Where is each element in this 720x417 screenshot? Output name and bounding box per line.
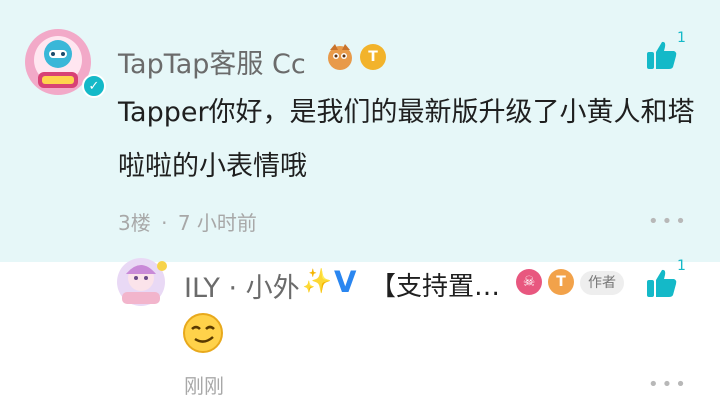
reply-username[interactable]: ILY · 小外 <box>184 266 300 305</box>
thumbs-up-icon <box>647 269 677 297</box>
reply-like-count: 1 <box>677 258 686 274</box>
floor-number: 3楼 <box>118 211 151 235</box>
comment-username[interactable]: TapTap客服 Cc <box>118 42 306 81</box>
reply-avatar[interactable] <box>114 256 172 308</box>
like-button[interactable] <box>646 40 680 72</box>
like-count: 1 <box>677 30 686 46</box>
meta-dot: · <box>161 211 168 235</box>
shield-badge-icon: ☠ <box>516 269 542 295</box>
author-tag: 作者 <box>580 271 624 295</box>
comment-meta: 3楼 · 7 小时前 <box>118 207 257 236</box>
v-icon: V <box>334 265 357 299</box>
reply-more-icon[interactable]: ••• <box>648 374 689 395</box>
mascot-badge-icon <box>325 42 355 72</box>
sparkle-icon: ✨ <box>302 267 332 295</box>
verified-icon: ✓ <box>82 74 106 98</box>
more-icon[interactable]: ••• <box>648 211 689 232</box>
emoji-icon <box>182 312 224 354</box>
comment-time: 7 小时前 <box>177 211 257 235</box>
reply-level-badge-icon: T <box>548 269 574 295</box>
reply-time: 刚刚 <box>184 374 224 398</box>
reply-like-button[interactable] <box>646 268 680 300</box>
comment-text: Tapper你好，是我们的最新版升级了小黄人和塔啦啦的小表情哦 <box>118 97 695 182</box>
level-badge-icon: T <box>360 44 386 70</box>
thumbs-up-icon <box>647 41 677 69</box>
reply-signature: 【支持置… <box>370 272 501 302</box>
